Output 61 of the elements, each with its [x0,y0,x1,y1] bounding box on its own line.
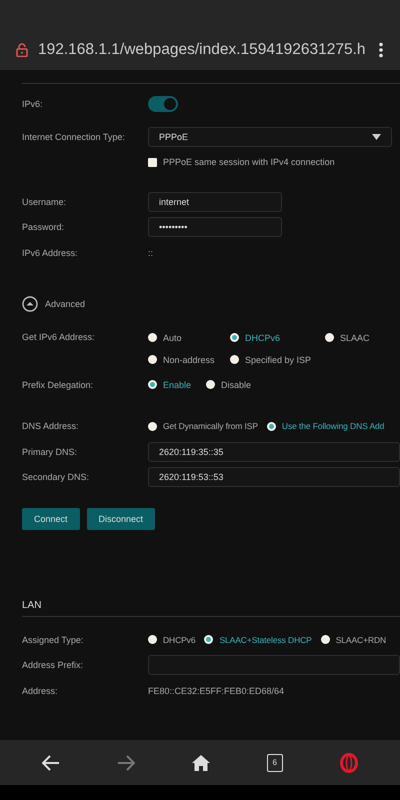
checkbox[interactable] [148,158,157,167]
radio-label: Specified by ISP [245,354,312,364]
radio-button[interactable] [230,333,239,342]
radio-button[interactable] [148,635,157,644]
caret-icon [372,134,381,140]
lan-address-value: FE80::CE32:E5FF:FEB0:ED68/64 [148,686,284,696]
radio-label: Get Dynamically from ISP [163,421,258,432]
address-prefix-field[interactable] [148,655,400,676]
radio-button[interactable] [325,333,334,342]
field-label: IPv6: [22,99,44,109]
field-label: Internet Connection Type: [22,132,126,142]
field-label: Secondary DNS: [22,472,90,482]
radio-button[interactable] [148,355,157,364]
field-label: Password: [22,222,66,232]
field-label: Address Prefix: [22,660,84,670]
tabs-button[interactable]: 6 [266,754,283,772]
primary-dns-field[interactable]: 2620:119:35::35 [148,442,400,462]
ipv6-toggle[interactable] [148,96,178,112]
field-label: Prefix Delegation: [22,380,94,390]
radio-label: SLAAC [340,332,370,342]
unlocked-padlock-icon [16,43,28,57]
radio-button[interactable] [230,355,239,364]
o-logo-icon[interactable] [340,752,358,772]
field-label: Username: [22,196,68,207]
disconnect-button[interactable]: Disconnect [86,508,156,530]
radio-label: SLAAC+RDN [336,634,386,645]
back-arrow-icon[interactable] [42,754,60,770]
radio-button[interactable] [266,422,276,431]
radio-label: Use the Following DNS Add [282,421,384,432]
advanced-toggle-link[interactable]: Advanced [45,298,86,308]
section-title: LAN [22,598,42,612]
radio-label: DHCPv6 [163,634,196,645]
field-label: Get IPv6 Address: [22,332,96,342]
username-field[interactable]: internet [148,192,282,212]
radio-label: Non-address [163,354,215,364]
radio-button[interactable] [148,333,157,342]
radio-label: Disable [221,380,252,390]
checkbox-label: PPPoE same session with IPv4 connection [163,157,335,168]
secondary-dns-field[interactable]: 2620:119:53::53 [148,467,400,488]
connection-type-dropdown[interactable]: PPPoE [148,126,392,147]
field-label: DNS Address: [22,421,80,432]
more-menu-icon[interactable] [378,42,384,58]
collapse-icon[interactable] [22,296,38,312]
password-field[interactable]: ••••••••• [148,217,282,238]
radio-label: Auto [163,332,182,342]
radio-button[interactable] [320,635,330,644]
field-label: Address: [22,686,59,696]
home-icon[interactable] [192,754,210,770]
radio-button[interactable] [148,422,157,431]
connect-button[interactable]: Connect [22,508,80,530]
radio-label: Enable [163,380,192,390]
radio-label: DHCPv6 [245,332,280,342]
field-label: IPv6 Address: [22,248,79,258]
radio-label: SLAAC+Stateless DHCP [219,634,312,645]
radio-button[interactable] [204,635,214,644]
radio-button[interactable] [148,380,157,389]
field-label: Primary DNS: [22,446,78,457]
forward-arrow-icon[interactable] [117,754,136,770]
ipv6-address-value: :: [148,248,154,258]
radio-button[interactable] [206,380,216,389]
field-label: Assigned Type: [22,634,84,645]
